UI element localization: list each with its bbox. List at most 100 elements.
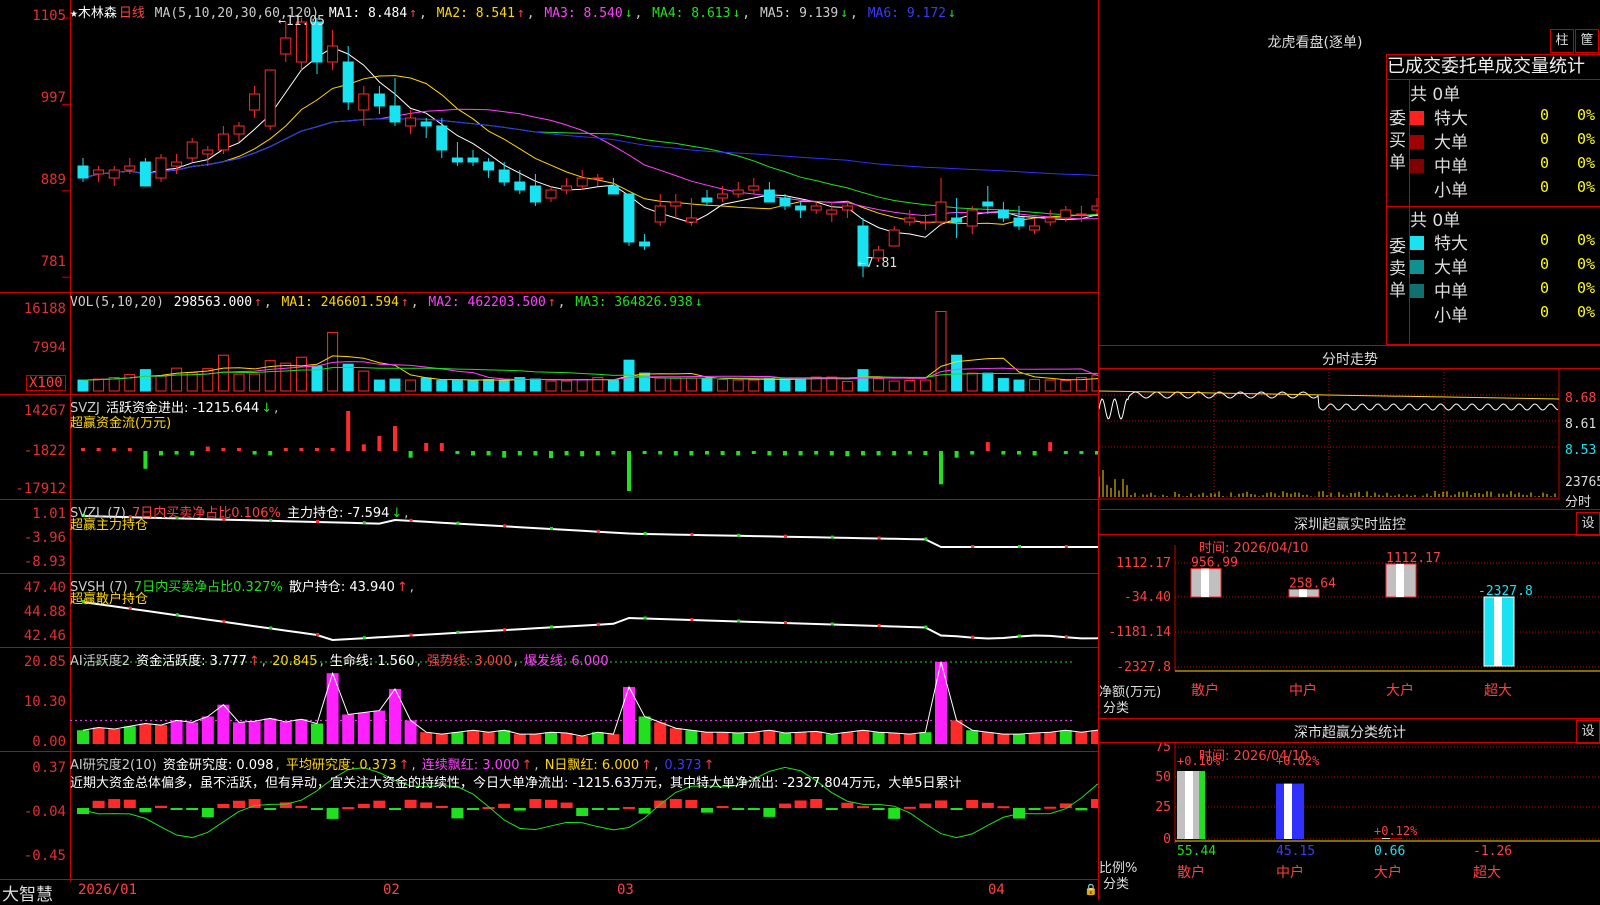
svzj-bar (799, 451, 803, 455)
sz2-panel[interactable]: 75 50 25 0 +0.10% 55.44 散户 +0.02% 45.15 中户 +0.12% 0… (1099, 743, 1600, 900)
row-name: 小单 (1434, 181, 1468, 201)
volume-bar (296, 357, 306, 391)
ai1-bar (124, 726, 136, 744)
sz1-settings-button[interactable]: 设 (1576, 512, 1600, 536)
svzl-svg-dot (1018, 545, 1021, 548)
date-label-feb: 02 (383, 882, 400, 898)
svzl-svg-dot (503, 524, 506, 527)
candle-body (936, 202, 946, 222)
sz2-ytick: 0 (1163, 832, 1171, 847)
volume-bar (140, 370, 150, 391)
volume-bar (1030, 380, 1040, 391)
ai-research-panel[interactable]: AI研究度2(10) 资金研究度: 0.098, 平均研究度: 0.373 ↑, … (0, 752, 1098, 860)
svsh-panel[interactable]: SVSH (7) 7日内买卖净占比0.327% 散户持仓: 43.940 ↑, 超… (0, 574, 1098, 648)
candle-body (749, 186, 759, 190)
svzl-panel[interactable]: SVZL (7) 7日内买卖净占比0.106% 主力持仓: -7.594 ↓, 超… (0, 500, 1098, 574)
lhb-title: 龙虎看盘(逐单) (1100, 32, 1530, 52)
ai2-bar (826, 808, 838, 810)
svzj-bar (877, 451, 881, 455)
svzj-bar (643, 451, 647, 454)
volume-panel[interactable]: VOL(5,10,20) 298563.000 ↑, MA1: 246601.59… (0, 293, 1098, 395)
ai1-bar (810, 731, 822, 744)
ma1-value: MA1: 8.484 (329, 6, 407, 21)
ai1-bar (795, 732, 807, 744)
svzj-bar (674, 451, 678, 455)
sz1-xlabel: 分类 (1103, 697, 1129, 716)
sz2-bar-hl (1185, 771, 1193, 839)
fenshi-panel[interactable]: 8.68 8.61 8.53 23765 分时 (1099, 369, 1600, 509)
svsh-svg-dot (503, 628, 506, 631)
svzj-ytick-1: 14267 (0, 403, 66, 419)
candle-body (265, 70, 275, 126)
color-swatch (1410, 111, 1424, 125)
svzj-bar (1048, 442, 1052, 451)
ai2-bar (202, 808, 214, 817)
bar-mode-button[interactable]: 柱 (1550, 29, 1574, 53)
ai1-bar (498, 730, 510, 744)
lock-icon[interactable]: 🔒 (1084, 883, 1098, 896)
ai1-bar (576, 736, 588, 744)
svzj-bar (1079, 451, 1083, 454)
sz1-bar-hl (1201, 569, 1209, 597)
candle-body (983, 202, 993, 206)
svzj-bar (487, 451, 491, 455)
price-ytick-4: 781 (0, 254, 66, 270)
svzj-bar (253, 451, 257, 455)
vol-unit: X100 (26, 375, 66, 391)
ai2-bar (732, 808, 744, 810)
svsh-svg-dot (690, 618, 693, 621)
ai1-bar (919, 732, 931, 744)
sz1-ytick: -1181.14 (1108, 625, 1171, 640)
svzj-bar (331, 448, 335, 451)
candle-body (593, 178, 603, 179)
volume-bar (218, 355, 228, 391)
svzj-bar (377, 436, 381, 451)
color-swatch (1410, 260, 1424, 274)
svzj-bar (908, 451, 912, 455)
svsh-svg-dot (597, 623, 600, 626)
svzj-bar (1033, 451, 1037, 455)
svzl-svg-dot (737, 534, 740, 537)
sz2-value: -1.26 (1473, 844, 1512, 859)
ai1-bar (841, 732, 853, 744)
candle-body (109, 170, 119, 178)
candle-body (156, 158, 166, 178)
sz2-chart[interactable]: 7550250+0.10%55.44散户+0.02%45.15中户+0.12%0… (1099, 743, 1600, 900)
svzl-svg-dot (690, 533, 693, 536)
ai1-bar (280, 722, 292, 744)
row-qty: 0 (1540, 255, 1549, 273)
svzj-panel[interactable]: SVZJ 活跃资金进出: -1215.644 ↓, 超赢资金流(万元) 14267… (0, 395, 1098, 500)
sz2-bar-hl (1382, 838, 1390, 839)
sz1-chart[interactable]: 1112.17 -34.40 -1181.14 -2327.8 956.99 散户 258.… (1099, 535, 1600, 718)
sz2-ytick: 75 (1155, 743, 1171, 755)
ai1-bar (373, 711, 385, 744)
ai1-bar (701, 732, 713, 744)
ai2-bar (358, 804, 370, 808)
svzj-bar (409, 451, 413, 458)
ai1-bar (1060, 730, 1072, 744)
row-name: 大单 (1434, 133, 1468, 153)
svzj-bar (159, 451, 163, 455)
candlestick-chart[interactable] (0, 0, 1098, 292)
price-panel[interactable]: ★木林森 日线 MA(5,10,20,30,60,120) MA1: 8.484 ↑… (0, 0, 1098, 293)
color-swatch (1410, 284, 1424, 298)
candle-body (733, 190, 743, 194)
intraday-chart[interactable] (1099, 369, 1600, 509)
svzj-bar (923, 451, 927, 455)
ai1-bar (233, 722, 245, 744)
sz2-cat: 超大 (1473, 865, 1501, 881)
row-qty: 0 (1540, 303, 1549, 321)
ai2-bar (951, 808, 963, 810)
sz2-settings-button[interactable]: 设 (1576, 720, 1600, 744)
sz1-panel[interactable]: 1112.17 -34.40 -1181.14 -2327.8 956.99 散户 258.… (1099, 535, 1600, 718)
volume-bar (1014, 380, 1024, 391)
ai1-bar (748, 732, 760, 744)
ai1-bar (108, 729, 120, 744)
ai-activity-panel[interactable]: AI活跃度2 资金活跃度: 3.777 ↑, 20.845, 生命线: 1.560… (0, 648, 1098, 752)
ai2-bar (514, 808, 526, 811)
ai2-bar (1075, 808, 1087, 810)
fs-price-1: 8.68 (1565, 391, 1596, 406)
sz1-ytick: 1112.17 (1116, 556, 1171, 571)
box-mode-button[interactable]: 筐 (1575, 29, 1599, 53)
ai1-bar (139, 724, 151, 744)
